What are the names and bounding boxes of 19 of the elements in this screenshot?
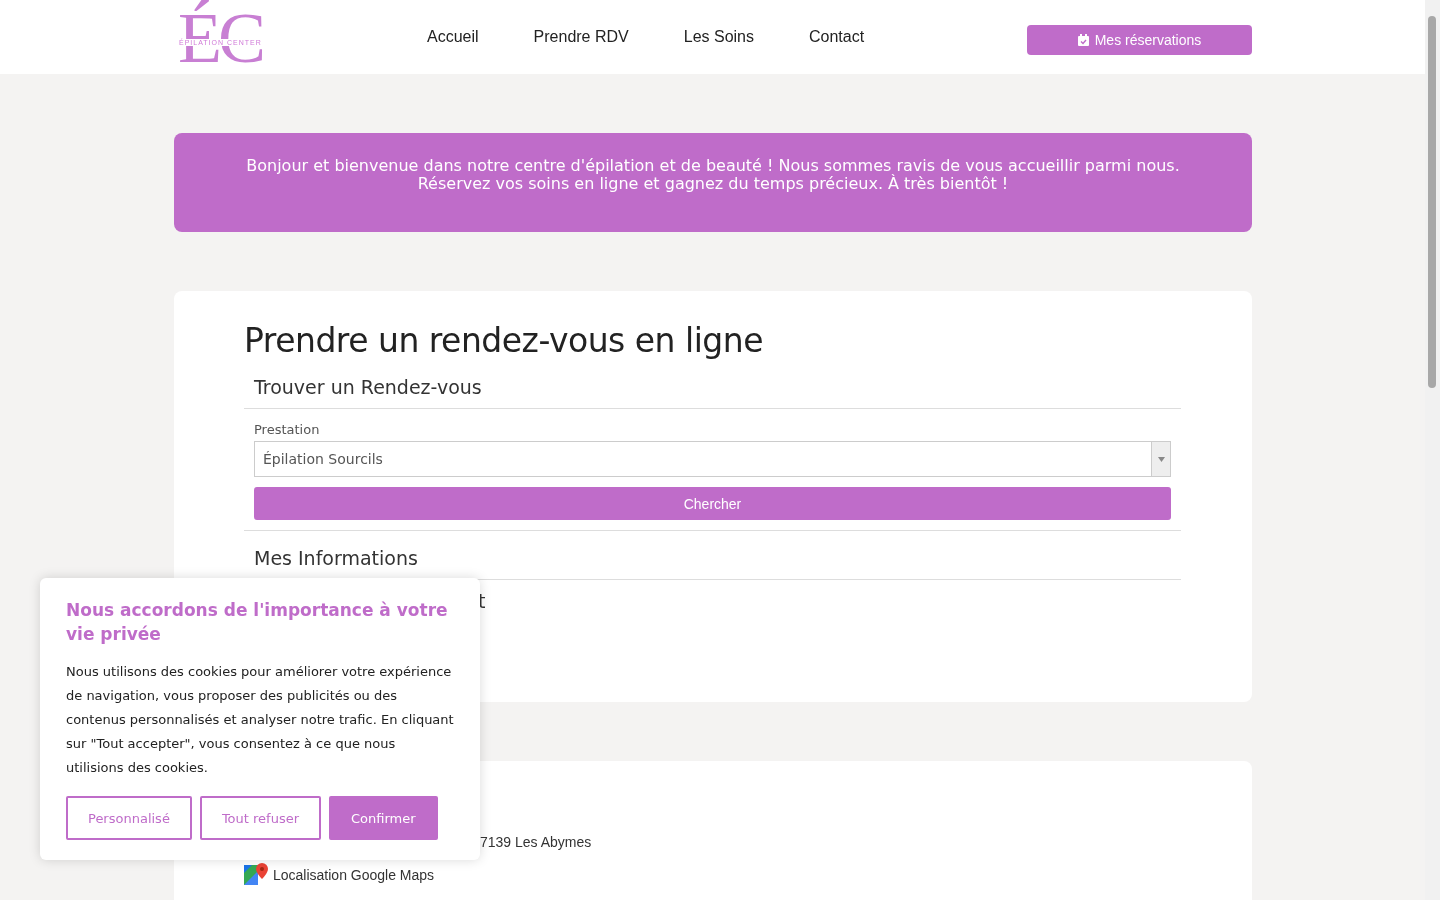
dialog-text: Nous utilisons des cookies pour améliorer votre expérience de navigation, vous proposer des publicités ou des contenus personnalisés et analyser notre trafic. En cliquant sur "Tout accepter", vous consentez à ce que nous utilisions des cookies.	[66, 663, 454, 777]
nav-link[interactable]: Contact	[809, 28, 865, 46]
maps-link[interactable]: Localisation Google Maps	[273, 867, 435, 883]
service-select[interactable]: Épilation Sourcils	[254, 441, 1171, 477]
section-heading: Mes Informations	[254, 547, 419, 569]
section-heading: Trouver un Rendez-vous	[254, 376, 483, 398]
caret-icon	[1157, 456, 1165, 462]
section-heading: t	[478, 590, 486, 612]
nav-link[interactable]: Les Soins	[683, 28, 754, 46]
dialog-title: Nous accordons de l'importance à votre vie privée	[66, 599, 449, 646]
map-pin-icon	[244, 863, 268, 887]
page-title: Prendre un rendez-vous en ligne	[244, 321, 764, 360]
address-link[interactable]: 7139 Les Abymes	[480, 834, 592, 850]
nav-link[interactable]: Accueil	[427, 28, 479, 46]
calendar-icon	[1077, 34, 1089, 46]
field-label: Prestation	[254, 422, 321, 437]
scrollbar-thumb[interactable]	[1428, 16, 1436, 388]
welcome-banner: Bonjour et bienvenue dans notre centre d'épilation et de beauté ! Nous sommes ravis de vous accueillir parmi nous. Réservez vos soins en ligne et gagnez du temps précieux. À très bientôt !	[174, 133, 1252, 232]
nav-link[interactable]: Prendre RDV	[533, 28, 629, 46]
